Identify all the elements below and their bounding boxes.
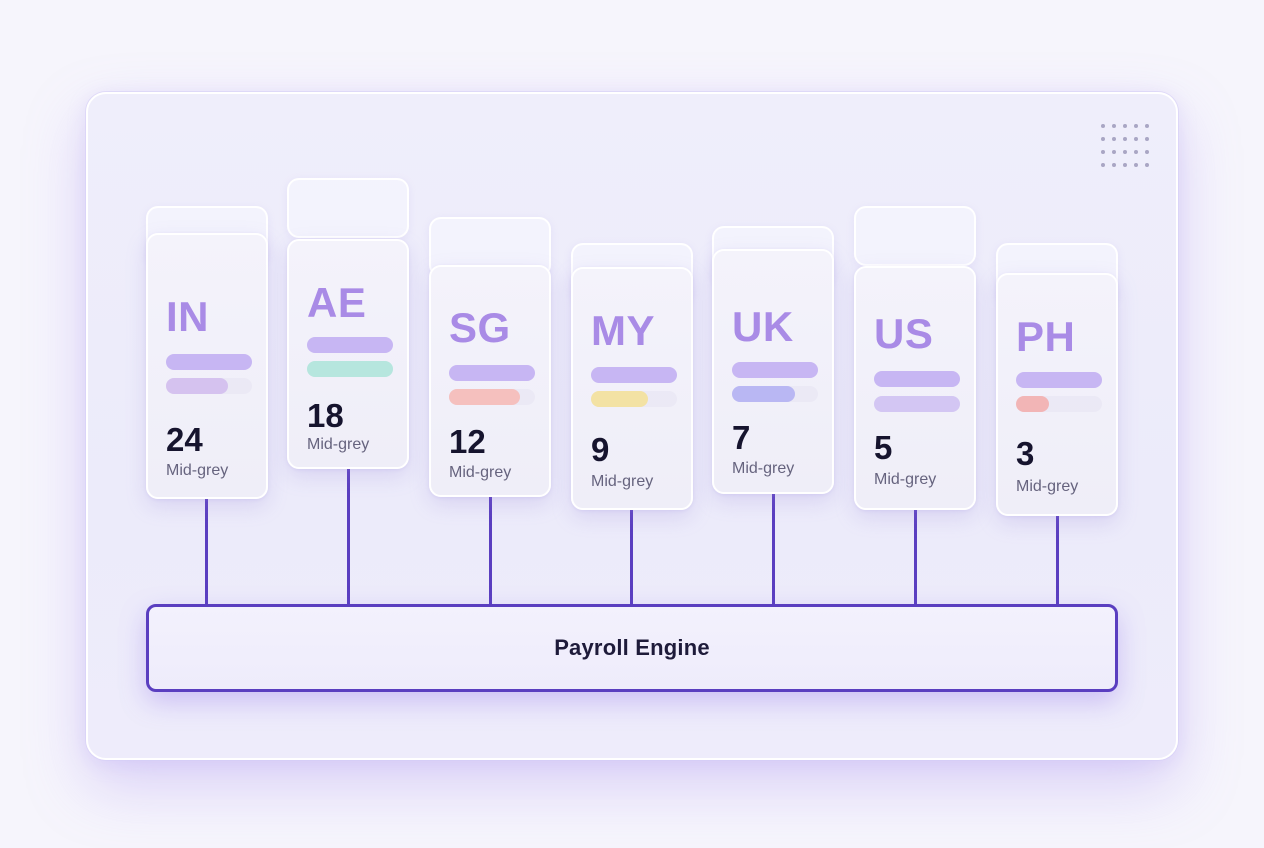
country-card-sg[interactable]: SG 12 Mid-grey [429,265,551,497]
connector-line [914,508,917,606]
connector-line [630,509,633,606]
connector-line [489,496,492,606]
country-code: SG [449,304,511,351]
country-code: IN [166,293,209,340]
employee-count: 3 [1016,435,1035,472]
primary-bar [449,365,535,381]
secondary-bar [591,391,648,407]
secondary-bar [874,396,960,412]
secondary-bar [307,361,393,377]
primary-bar [732,362,818,378]
connector-line [347,468,350,606]
card-subtitle: Mid-grey [449,464,512,481]
secondary-bar [732,386,795,402]
country-code: PH [1016,313,1076,360]
employee-count: 5 [874,429,893,466]
employee-count: 24 [166,421,203,458]
secondary-bar [166,378,228,394]
card-subtitle: Mid-grey [166,462,229,479]
secondary-bar [449,389,520,405]
card-subtitle: Mid-grey [874,471,937,488]
payroll-engine-label: Payroll Engine [554,635,710,660]
primary-bar [307,337,393,353]
country-code: US [874,310,934,357]
card-subtitle: Mid-grey [1016,478,1079,495]
card-subtitle: Mid-grey [307,436,370,453]
connector-line [772,492,775,606]
card-back-layer [287,178,409,238]
primary-bar [1016,372,1102,388]
primary-bar [874,371,960,387]
employee-count: 9 [591,431,610,468]
country-card-us[interactable]: US 5 Mid-grey [854,266,976,510]
primary-bar [166,354,252,370]
payroll-engine-box[interactable]: Payroll Engine [146,604,1118,692]
connector-line [205,498,208,606]
employee-count: 7 [732,419,751,456]
country-card-ae[interactable]: AE 18 Mid-grey [287,239,409,469]
country-card-ph[interactable]: PH 3 Mid-grey [996,273,1118,516]
card-back-layer [854,206,976,266]
secondary-bar [1016,396,1049,412]
country-card-uk[interactable]: UK 7 Mid-grey [712,249,834,494]
country-code: AE [307,279,367,326]
employee-count: 12 [449,423,486,460]
connector-line [1056,514,1059,606]
card-subtitle: Mid-grey [732,460,795,477]
country-code: UK [732,303,794,350]
card-subtitle: Mid-grey [591,473,654,490]
country-card-my[interactable]: MY 9 Mid-grey [571,267,693,510]
employee-count: 18 [307,397,344,434]
primary-bar [591,367,677,383]
country-card-in[interactable]: IN 24 Mid-grey [146,233,268,499]
country-code: MY [591,307,655,354]
dot-grid-decoration [1101,124,1149,172]
